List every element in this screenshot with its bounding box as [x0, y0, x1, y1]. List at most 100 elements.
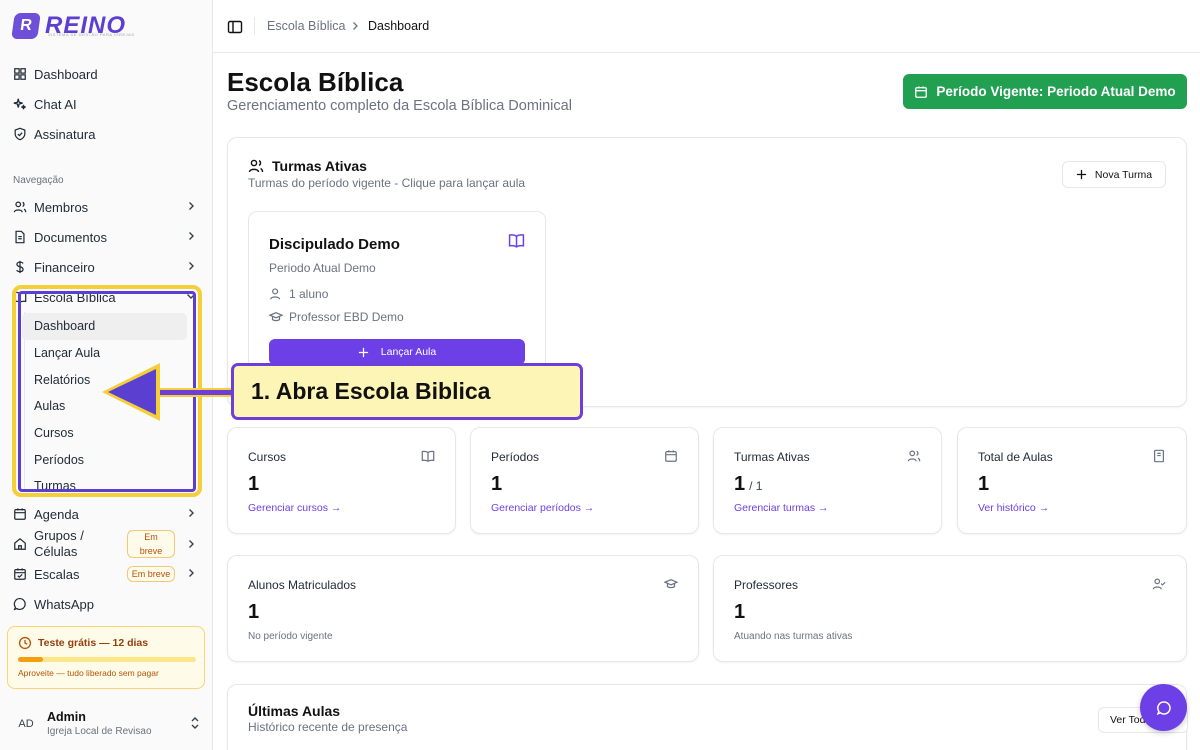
avatar: AD: [18, 718, 34, 730]
whatsapp-icon: [13, 597, 27, 611]
stat-value: 1: [734, 473, 746, 495]
sidebar-item-dashboard[interactable]: Dashboard: [13, 62, 201, 86]
breadcrumb-parent[interactable]: Escola Bíblica: [267, 19, 346, 33]
teacher-name: Professor EBD Demo: [289, 310, 404, 324]
sidebar-item-agenda[interactable]: Agenda: [13, 502, 201, 526]
users-icon: [907, 450, 921, 462]
user-check-icon: [1152, 578, 1166, 590]
class-card[interactable]: Discipulado Demo Periodo Atual Demo 1 al…: [248, 211, 546, 379]
stat-title: Cursos: [248, 450, 287, 464]
stat-value: 1: [491, 473, 503, 495]
class-period: Periodo Atual Demo: [269, 261, 376, 275]
stat-card-cursos: Cursos 1 Gerenciar cursos →: [227, 427, 456, 534]
sidebar-item-label: Agenda: [34, 506, 79, 522]
new-class-label: Nova Turma: [1094, 168, 1153, 181]
user-icon: [270, 288, 281, 300]
class-title: Discipulado Demo: [269, 236, 400, 253]
calendar-icon: [915, 85, 928, 98]
stat-card-professores: Professores 1 Atuando nas turmas ativas: [713, 555, 1187, 662]
book-open-icon: [421, 450, 435, 462]
plus-icon: [358, 347, 368, 357]
stat-value: 1: [734, 601, 746, 623]
stat-card-total-aulas: Total de Aulas 1 Ver histórico →: [957, 427, 1187, 534]
class-teacher: Professor EBD Demo: [269, 310, 404, 324]
stat-card-periodos: Períodos 1 Gerenciar períodos →: [470, 427, 699, 534]
stat-suffix: / 1: [749, 479, 763, 493]
trial-banner[interactable]: Teste grátis — 12 dias Aproveite — tudo …: [7, 626, 205, 689]
chat-button[interactable]: [1140, 684, 1187, 731]
stat-value: 1: [248, 601, 260, 623]
message-circle-icon: [1156, 700, 1171, 715]
users-icon: [248, 159, 264, 173]
trial-progress-fill: [18, 657, 43, 662]
document-icon: [13, 230, 27, 244]
stat-note: Atuando nas turmas ativas: [734, 631, 853, 642]
dollar-icon: [13, 260, 27, 274]
top-bar: Escola Bíblica Dashboard: [213, 0, 1200, 53]
tutorial-callout: 1. Abra Escola Biblica: [231, 363, 583, 420]
chevron-right-icon: [189, 569, 194, 577]
notebook-icon: [1154, 449, 1164, 463]
stat-title: Professores: [734, 578, 799, 592]
history-link[interactable]: Ver histórico →: [978, 502, 1049, 514]
sidebar-toggle-icon[interactable]: [227, 19, 243, 35]
sidebar-item-membros[interactable]: Membros: [13, 195, 201, 219]
chevron-right-icon: [189, 202, 194, 210]
current-period-button[interactable]: Período Vigente: Periodo Atual Demo: [903, 74, 1187, 109]
sidebar-item-label: Financeiro: [34, 259, 95, 275]
sidebar-item-label: Membros: [34, 199, 89, 215]
sparkles-icon: [13, 97, 27, 111]
coming-soon-badge: Em breve: [127, 530, 175, 558]
trial-note: Aproveite — tudo liberado sem pagar: [18, 668, 159, 678]
stat-card-alunos: Alunos Matriculados 1 No período vigente: [227, 555, 699, 662]
sidebar-item-label: Chat AI: [34, 96, 77, 112]
stat-title: Turmas Ativas: [734, 450, 810, 464]
sidebar-item-assinatura[interactable]: Assinatura: [13, 122, 201, 146]
stat-title: Total de Aulas: [978, 450, 1053, 464]
launch-class-button[interactable]: Lançar Aula: [269, 339, 525, 365]
user-org: Igreja Local de Revisao: [47, 726, 152, 737]
user-name: Admin: [47, 710, 86, 724]
coming-soon-badge: Em breve: [127, 566, 175, 582]
home-icon: [13, 537, 27, 551]
calendar-check-icon: [13, 567, 27, 581]
stat-card-turmas-ativas: Turmas Ativas 1/ 1 Gerenciar turmas →: [713, 427, 942, 534]
sidebar-item-chat-ai[interactable]: Chat AI: [13, 92, 201, 116]
section-subtitle: Histórico recente de presença: [248, 720, 408, 734]
sidebar-item-label: WhatsApp: [34, 596, 94, 612]
plus-icon: [1076, 169, 1086, 180]
chevron-right-icon: [353, 22, 358, 30]
manage-courses-link[interactable]: Gerenciar cursos →: [248, 502, 341, 514]
grid-icon: [13, 67, 27, 81]
sidebar-item-whatsapp[interactable]: WhatsApp: [13, 592, 201, 616]
sidebar-item-financeiro[interactable]: Financeiro: [13, 255, 201, 279]
sidebar-item-label: Documentos: [34, 229, 107, 245]
chevron-right-icon: [189, 262, 194, 270]
sidebar-item-label: Grupos / Células: [34, 528, 84, 559]
stat-value: 1: [978, 473, 990, 495]
users-icon: [13, 200, 27, 214]
clock-icon: [18, 636, 32, 650]
trial-title: Teste grátis — 12 dias: [38, 637, 149, 649]
chevron-right-icon: [189, 540, 194, 548]
sidebar-item-label: Escalas: [34, 566, 80, 582]
chevron-right-icon: [189, 232, 194, 240]
page-title: Escola Bíblica: [227, 67, 404, 97]
section-label-navegacao: Navegação: [13, 175, 64, 186]
sidebar-item-documentos[interactable]: Documentos: [13, 225, 201, 249]
sidebar-item-label: Dashboard: [34, 66, 98, 82]
breadcrumb-current: Dashboard: [368, 19, 430, 33]
stat-note: No período vigente: [248, 631, 333, 642]
manage-classes-link[interactable]: Gerenciar turmas →: [734, 502, 829, 514]
stat-value-wrap: 1/ 1: [734, 473, 762, 496]
chevrons-up-down-icon: [191, 717, 199, 729]
sidebar-item-label: Assinatura: [34, 126, 96, 142]
manage-periods-link[interactable]: Gerenciar períodos →: [491, 502, 594, 514]
students-count: 1 aluno: [289, 287, 329, 301]
user-menu[interactable]: AD Admin Igreja Local de Revisao: [13, 706, 203, 740]
graduation-cap-icon: [664, 578, 678, 589]
shield-icon: [13, 127, 27, 141]
calendar-icon: [665, 450, 677, 462]
class-students: 1 aluno: [269, 287, 328, 301]
new-class-button[interactable]: Nova Turma: [1062, 161, 1166, 188]
